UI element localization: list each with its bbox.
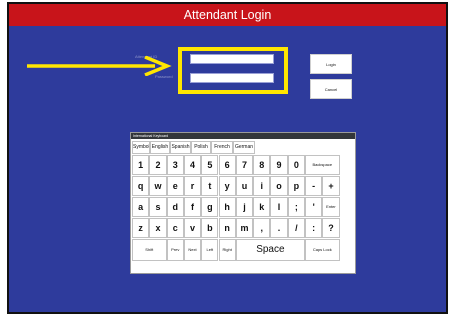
key-a[interactable]: a: [132, 197, 150, 217]
key-sym-row4-11[interactable]: ?: [322, 218, 340, 238]
key-y[interactable]: y: [218, 176, 236, 196]
key-t[interactable]: t: [201, 176, 219, 196]
key-5[interactable]: 5: [201, 155, 219, 175]
tab-symbols[interactable]: Symbols: [132, 141, 150, 154]
key-sym-row2-10[interactable]: -: [305, 176, 323, 196]
key-1[interactable]: 1: [132, 155, 150, 175]
key-sym-row4-9[interactable]: /: [287, 218, 305, 238]
enter-key[interactable]: Enter: [322, 197, 340, 217]
app-window: Attendant Login Attendant ID Password Lo…: [7, 2, 448, 314]
key-i[interactable]: i: [253, 176, 271, 196]
key-6[interactable]: 6: [218, 155, 236, 175]
key-m[interactable]: m: [235, 218, 254, 238]
key-h[interactable]: h: [218, 197, 236, 217]
input-highlight-box: [178, 47, 288, 94]
key-k[interactable]: k: [253, 197, 271, 217]
tab-german[interactable]: German: [233, 141, 255, 154]
tab-french[interactable]: French: [211, 141, 233, 154]
key-s[interactable]: s: [149, 197, 167, 217]
key-o[interactable]: o: [270, 176, 288, 196]
key-r[interactable]: r: [183, 176, 202, 196]
shift-key[interactable]: Shift: [132, 239, 167, 261]
key-g[interactable]: g: [201, 197, 219, 217]
key-sym-row4-8[interactable]: .: [270, 218, 288, 238]
key-c[interactable]: c: [166, 218, 184, 238]
login-button[interactable]: Login: [310, 54, 352, 74]
key-2[interactable]: 2: [149, 155, 167, 175]
arrow-right-icon: [27, 56, 172, 76]
key-w[interactable]: w: [149, 176, 167, 196]
caps-lock-key[interactable]: Caps Lock: [305, 239, 340, 261]
key-4[interactable]: 4: [183, 155, 202, 175]
key-n[interactable]: n: [218, 218, 236, 238]
prev-key[interactable]: Prev: [166, 239, 184, 261]
key-z[interactable]: z: [132, 218, 150, 238]
tab-english[interactable]: English: [150, 141, 170, 154]
key-q[interactable]: q: [132, 176, 150, 196]
key-sym-row3-9[interactable]: ;: [287, 197, 305, 217]
key-p[interactable]: p: [287, 176, 305, 196]
on-screen-keyboard: International Keyboard SymbolsEnglishSpa…: [130, 132, 356, 274]
key-8[interactable]: 8: [253, 155, 271, 175]
key-sym-row4-7[interactable]: ,: [253, 218, 271, 238]
cancel-button[interactable]: Cancel: [310, 79, 352, 99]
tab-polish[interactable]: Polish: [191, 141, 211, 154]
right-key[interactable]: Right: [218, 239, 236, 261]
key-u[interactable]: u: [235, 176, 254, 196]
key-v[interactable]: v: [183, 218, 202, 238]
key-e[interactable]: e: [166, 176, 184, 196]
key-b[interactable]: b: [201, 218, 219, 238]
key-sym-row2-11[interactable]: +: [322, 176, 340, 196]
key-7[interactable]: 7: [235, 155, 254, 175]
key-3[interactable]: 3: [166, 155, 184, 175]
tab-spanish[interactable]: Spanish: [170, 141, 191, 154]
key-x[interactable]: x: [149, 218, 167, 238]
key-j[interactable]: j: [235, 197, 254, 217]
backspace-key[interactable]: Backspace: [305, 155, 340, 175]
key-sym-row3-10[interactable]: ': [305, 197, 323, 217]
key-0[interactable]: 0: [287, 155, 305, 175]
left-key[interactable]: Left: [201, 239, 219, 261]
space-key[interactable]: Space: [235, 239, 305, 261]
keyboard-title: International Keyboard: [131, 133, 355, 139]
key-f[interactable]: f: [183, 197, 202, 217]
next-key[interactable]: Next: [183, 239, 202, 261]
key-9[interactable]: 9: [270, 155, 288, 175]
key-l[interactable]: l: [270, 197, 288, 217]
title-bar: Attendant Login: [9, 4, 446, 26]
key-d[interactable]: d: [166, 197, 184, 217]
key-sym-row4-10[interactable]: :: [305, 218, 323, 238]
